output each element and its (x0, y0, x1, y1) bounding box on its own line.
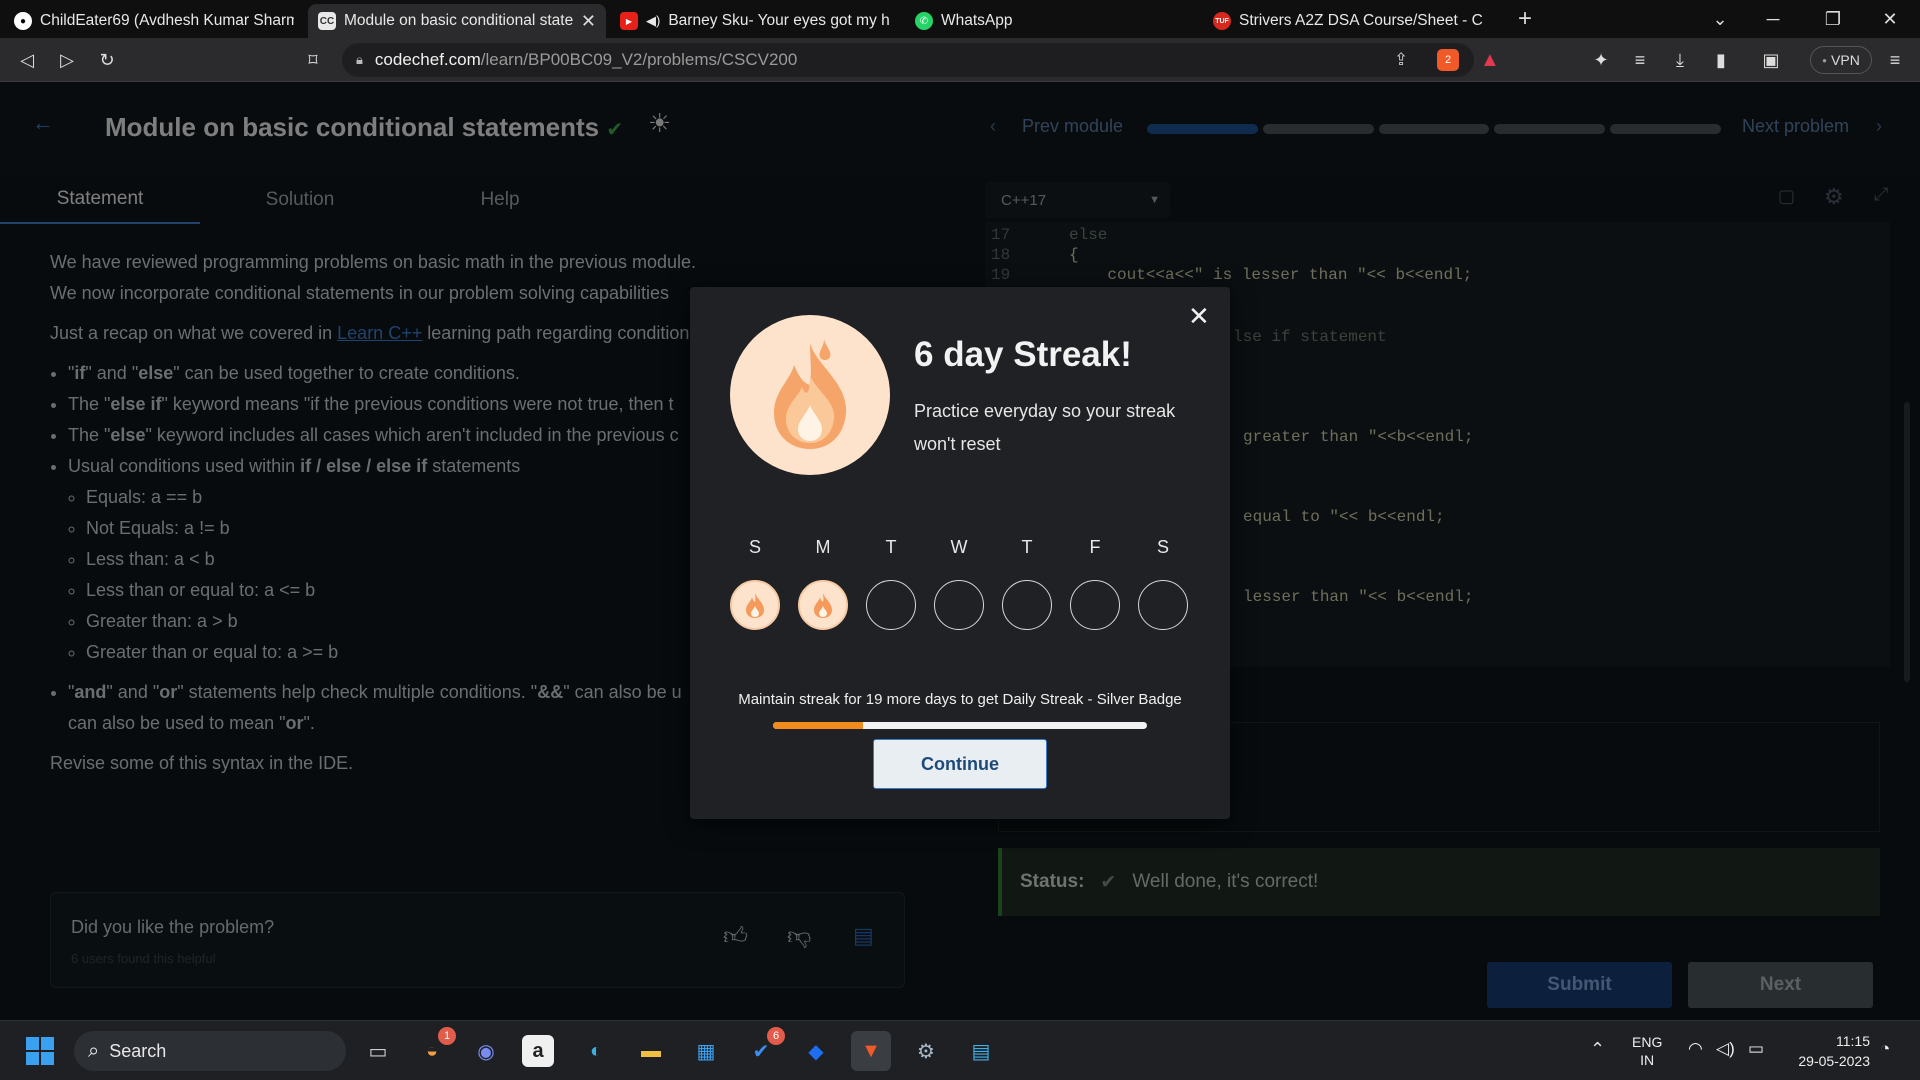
flame-icon (730, 315, 890, 475)
address-bar[interactable]: 🔒︎ codechef.com/learn/BP00BC09_V2/proble… (342, 43, 1500, 77)
tab-search-icon[interactable]: ⌄ (1692, 0, 1748, 38)
extensions-icon[interactable]: ✦ (1586, 45, 1616, 75)
bookmark-icon[interactable]: ⌑ (298, 45, 328, 75)
notification-badge: 6 (767, 1027, 785, 1045)
whatsapp-icon: ✆ (915, 12, 933, 30)
streak-modal: ✕ 6 day Streak! Practice everyday so you… (690, 287, 1230, 819)
volume-icon[interactable]: ◁) (1716, 1039, 1735, 1059)
microsoft-store-icon[interactable]: ▦ (686, 1031, 726, 1071)
day-label: F (1089, 537, 1101, 557)
github-icon: ● (14, 12, 32, 30)
clock[interactable]: 11:15 29-05-2023 (1780, 1031, 1870, 1071)
brave-rewards-icon[interactable]: ▲ (1480, 49, 1500, 72)
task-view-icon[interactable]: ▭ (358, 1031, 398, 1071)
day-circle-completed (730, 580, 780, 630)
url-host: codechef.com (374, 50, 481, 69)
brave-icon[interactable]: ▼ (851, 1031, 891, 1071)
time: 11:15 (1836, 1033, 1870, 1049)
date: 29-05-2023 (1798, 1053, 1870, 1069)
url-path: /learn/BP00BC09_V2/problems/CSCV200 (480, 50, 798, 69)
small-flame-icon (814, 593, 832, 618)
dropbox-icon[interactable]: ◆ (796, 1031, 836, 1071)
day-circle (1138, 580, 1188, 630)
shields-badge: 2 (1444, 54, 1452, 66)
tab-codechef[interactable]: CC Module on basic conditional state ✕ (308, 4, 606, 38)
vpn-button[interactable]: ● VPN (1810, 46, 1872, 74)
badge-progress-bar (773, 722, 1147, 729)
day-label: W (950, 537, 968, 557)
reload-button[interactable]: ↻ (92, 45, 122, 75)
new-tab-button[interactable]: + (1500, 0, 1550, 38)
day-label: S (748, 537, 761, 557)
subtitle-line: won't reset (914, 434, 1001, 454)
tab-title: Module on basic conditional state (344, 12, 573, 29)
search-label: Search (109, 1040, 167, 1061)
wallet-icon[interactable]: ▣ (1756, 45, 1786, 75)
continue-button[interactable]: Continue (873, 739, 1047, 789)
windows-start-icon[interactable] (20, 1031, 60, 1071)
language-indicator[interactable]: ENG IN (1632, 1033, 1662, 1069)
downloads-icon[interactable]: ⤓ (1665, 45, 1695, 75)
menu-icon[interactable]: ≡ (1880, 45, 1910, 75)
share-icon[interactable]: ⇪ (1394, 50, 1408, 70)
notepad-icon[interactable]: ▤ (961, 1031, 1001, 1071)
browser-toolbar: ◁ ▷ ↻ ⌑ 🔒︎ codechef.com/learn/BP00BC09_V… (0, 38, 1920, 82)
edge-icon[interactable]: ◐ (576, 1031, 616, 1071)
taskbar-search[interactable]: ⌕ Search (74, 1031, 346, 1071)
small-flame-icon (746, 593, 764, 618)
notifications-icon[interactable]: ◔ (1880, 1039, 1890, 1059)
tab-title: Barney Sku- Your eyes got my hea (668, 12, 890, 29)
amazon-icon[interactable]: a (522, 1035, 554, 1067)
close-tab-icon[interactable]: ✕ (581, 11, 596, 32)
file-explorer-icon[interactable]: ▬ (631, 1031, 671, 1071)
battery-icon[interactable]: ▭ (1748, 1039, 1764, 1059)
tab-title: ChildEater69 (Avdhesh Kumar Sharma) (40, 12, 294, 29)
todo-icon[interactable]: ✔ 6 (741, 1027, 785, 1071)
codechef-icon: CC (318, 12, 336, 30)
day-label: T (885, 537, 897, 557)
day-label: S (1156, 537, 1169, 557)
day-label: M (815, 537, 831, 557)
minimize-button[interactable]: ─ (1745, 0, 1801, 38)
youtube-icon: ▶ (620, 12, 638, 30)
badge-progress-text: Maintain streak for 19 more days to get … (738, 691, 1182, 708)
lock-icon: 🔒︎ (356, 52, 363, 67)
day-circle (1070, 580, 1120, 630)
tab-strivers[interactable]: TUF Strivers A2Z DSA Course/Sheet - Crac… (1203, 4, 1493, 38)
close-window-button[interactable]: ✕ (1862, 0, 1918, 38)
tab-youtube[interactable]: ▶ ◀) Barney Sku- Your eyes got my hea (610, 4, 900, 38)
back-button[interactable]: ◁ (12, 45, 42, 75)
windows-taskbar: ⌕ Search ▭ ◒ 1 ◉ a ◐ ▬ ▦ ✔ 6 ◆ ▼ ⚙ ▤ ⌃ ENG I… (0, 1020, 1920, 1080)
tab-title: WhatsApp (941, 12, 1013, 29)
browser-tab-bar: ● ChildEater69 (Avdhesh Kumar Sharma) CC… (0, 0, 1920, 38)
chat-icon[interactable]: ◉ (466, 1031, 506, 1071)
wifi-icon[interactable]: ◠ (1688, 1039, 1703, 1059)
day-circle (866, 580, 916, 630)
burger-app-icon[interactable]: ◒ 1 (412, 1027, 456, 1071)
settings-app-icon[interactable]: ⚙ (906, 1031, 946, 1071)
day-circle-completed (798, 580, 848, 630)
sidebar-icon[interactable]: ▮ (1706, 45, 1736, 75)
progress-fill (773, 722, 863, 729)
notification-badge: 1 (438, 1027, 456, 1045)
day-label: T (1021, 537, 1033, 557)
day-circle (1002, 580, 1052, 630)
playlist-icon[interactable]: ≡ (1625, 45, 1655, 75)
close-icon[interactable]: ✕ (1188, 301, 1210, 332)
tab-github[interactable]: ● ChildEater69 (Avdhesh Kumar Sharma) (4, 4, 304, 38)
subtitle-line: Practice everyday so your streak (914, 401, 1176, 421)
tray-chevron-icon[interactable]: ⌃ (1590, 1039, 1605, 1060)
audio-playing-icon[interactable]: ◀) (646, 13, 660, 29)
streak-title: 6 day Streak! (914, 335, 1132, 374)
streak-subtitle: Practice everyday so your streak won't r… (914, 395, 1175, 461)
tuf-icon: TUF (1213, 12, 1231, 30)
day-circle (934, 580, 984, 630)
brave-shields-icon[interactable]: 2 (1437, 49, 1459, 71)
restore-button[interactable]: ❐ (1805, 0, 1861, 38)
tab-whatsapp[interactable]: ✆ WhatsApp (905, 4, 1200, 38)
search-icon: ⌕ (88, 1039, 100, 1062)
tab-title: Strivers A2Z DSA Course/Sheet - Crack (1239, 12, 1483, 29)
forward-button[interactable]: ▷ (52, 45, 82, 75)
vpn-label: VPN (1831, 52, 1860, 68)
